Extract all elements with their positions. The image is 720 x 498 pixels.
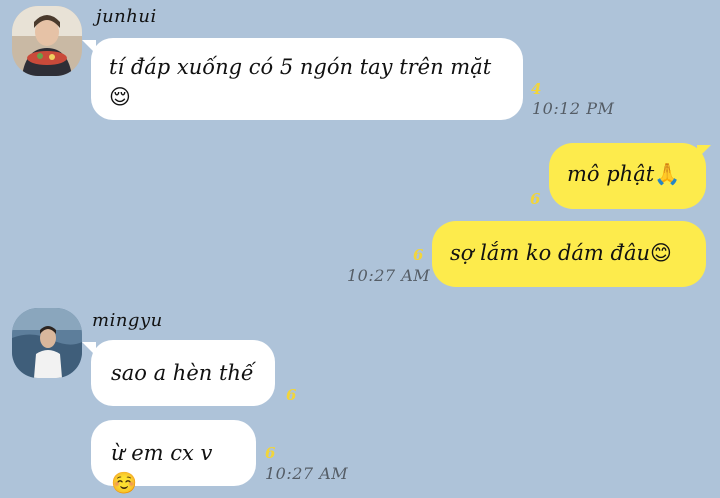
unread-count: 6 <box>286 386 297 404</box>
message-text: sao a hèn thế <box>111 361 254 385</box>
message-text: sợ lắm ko dám đâu <box>450 241 651 265</box>
unread-count: 4 <box>531 80 542 98</box>
message-text: ừ em cx v <box>111 441 213 465</box>
sender-name-mingyu: mingyu <box>92 310 163 331</box>
bubble-tail <box>697 145 711 159</box>
message-bubble[interactable]: mô phật🙏 <box>549 143 706 209</box>
message-bubble[interactable]: tí đáp xuống có 5 ngón tay trên mặt 😌 <box>91 38 523 120</box>
smiling-face-emoji-icon: ☺️ <box>111 471 138 495</box>
message-bubble[interactable]: sợ lắm ko dám đâu😊 <box>432 221 706 287</box>
message-text: mô phật <box>567 162 655 186</box>
relieved-face-emoji-icon: 😌 <box>109 85 131 109</box>
message-text: tí đáp xuống có 5 ngón tay trên mặt <box>109 55 492 79</box>
folded-hands-emoji-icon: 🙏 <box>654 162 681 186</box>
unread-count: 6 <box>413 246 424 264</box>
avatar-junhui[interactable] <box>12 6 82 76</box>
message-bubble[interactable]: ừ em cx v ☺️ <box>91 420 256 495</box>
message-time: 10:27 AM <box>347 266 431 285</box>
unread-count: 6 <box>530 190 541 208</box>
message-time: 10:27 AM <box>265 464 349 483</box>
message-time: 10:12 PM <box>532 99 615 118</box>
unread-count: 6 <box>265 444 276 462</box>
sender-name-junhui: junhui <box>96 6 157 27</box>
smiling-face-emoji-icon: 😊 <box>650 241 672 265</box>
avatar-mingyu[interactable] <box>12 308 82 378</box>
message-bubble[interactable]: sao a hèn thế <box>91 340 275 406</box>
